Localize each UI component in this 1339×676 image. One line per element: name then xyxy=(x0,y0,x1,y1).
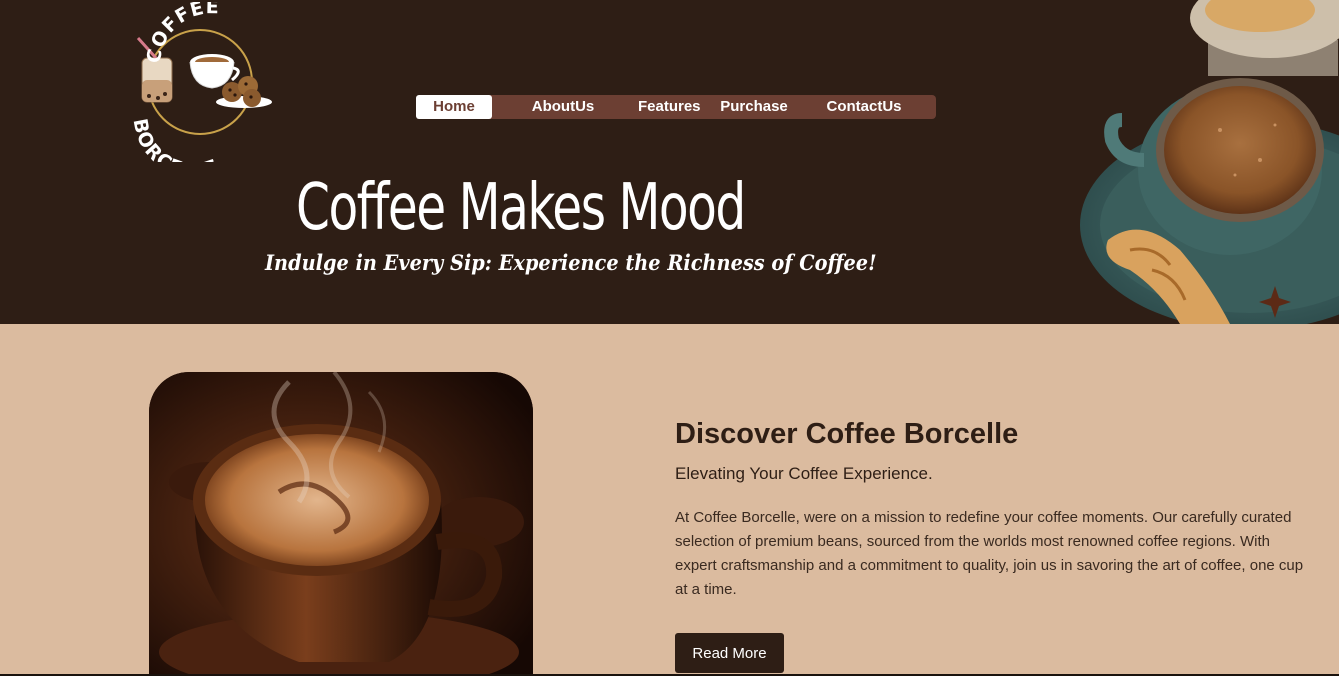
hero-title: Coffee Makes Mood xyxy=(296,171,746,245)
nav-features[interactable]: Features xyxy=(638,95,701,119)
nav-purchase[interactable]: Purchase xyxy=(700,95,808,119)
brand-logo[interactable]: COFFEE BORCELLE xyxy=(120,2,290,162)
cappuccino-cup-icon xyxy=(1080,0,1339,324)
nav-aboutus[interactable]: AboutUs xyxy=(492,95,634,119)
about-coffee-image xyxy=(149,372,533,676)
hero-coffee-image xyxy=(1060,0,1339,324)
main-nav: Home AboutUs Features Purchase ContactUs xyxy=(416,95,936,119)
coffee-logo-icon: COFFEE BORCELLE xyxy=(129,2,272,162)
about-body-text: At Coffee Borcelle, were on a mission to… xyxy=(675,509,1304,598)
about-heading: Discover Coffee Borcelle xyxy=(675,418,1019,450)
steaming-coffee-icon xyxy=(149,372,533,676)
hero-section: COFFEE BORCELLE Home AboutUs Features Pu… xyxy=(0,0,1339,324)
nav-contactus[interactable]: ContactUs xyxy=(808,95,920,119)
logo-bottom-text: BORCELLE xyxy=(129,117,221,162)
about-subheading: Elevating Your Coffee Experience. xyxy=(675,464,933,483)
svg-text:BORCELLE: BORCELLE xyxy=(129,117,222,162)
read-more-button[interactable]: Read More xyxy=(675,633,784,673)
hero-subtitle: Indulge in Every Sip: Experience the Ric… xyxy=(265,250,877,275)
nav-home[interactable]: Home xyxy=(416,95,492,119)
